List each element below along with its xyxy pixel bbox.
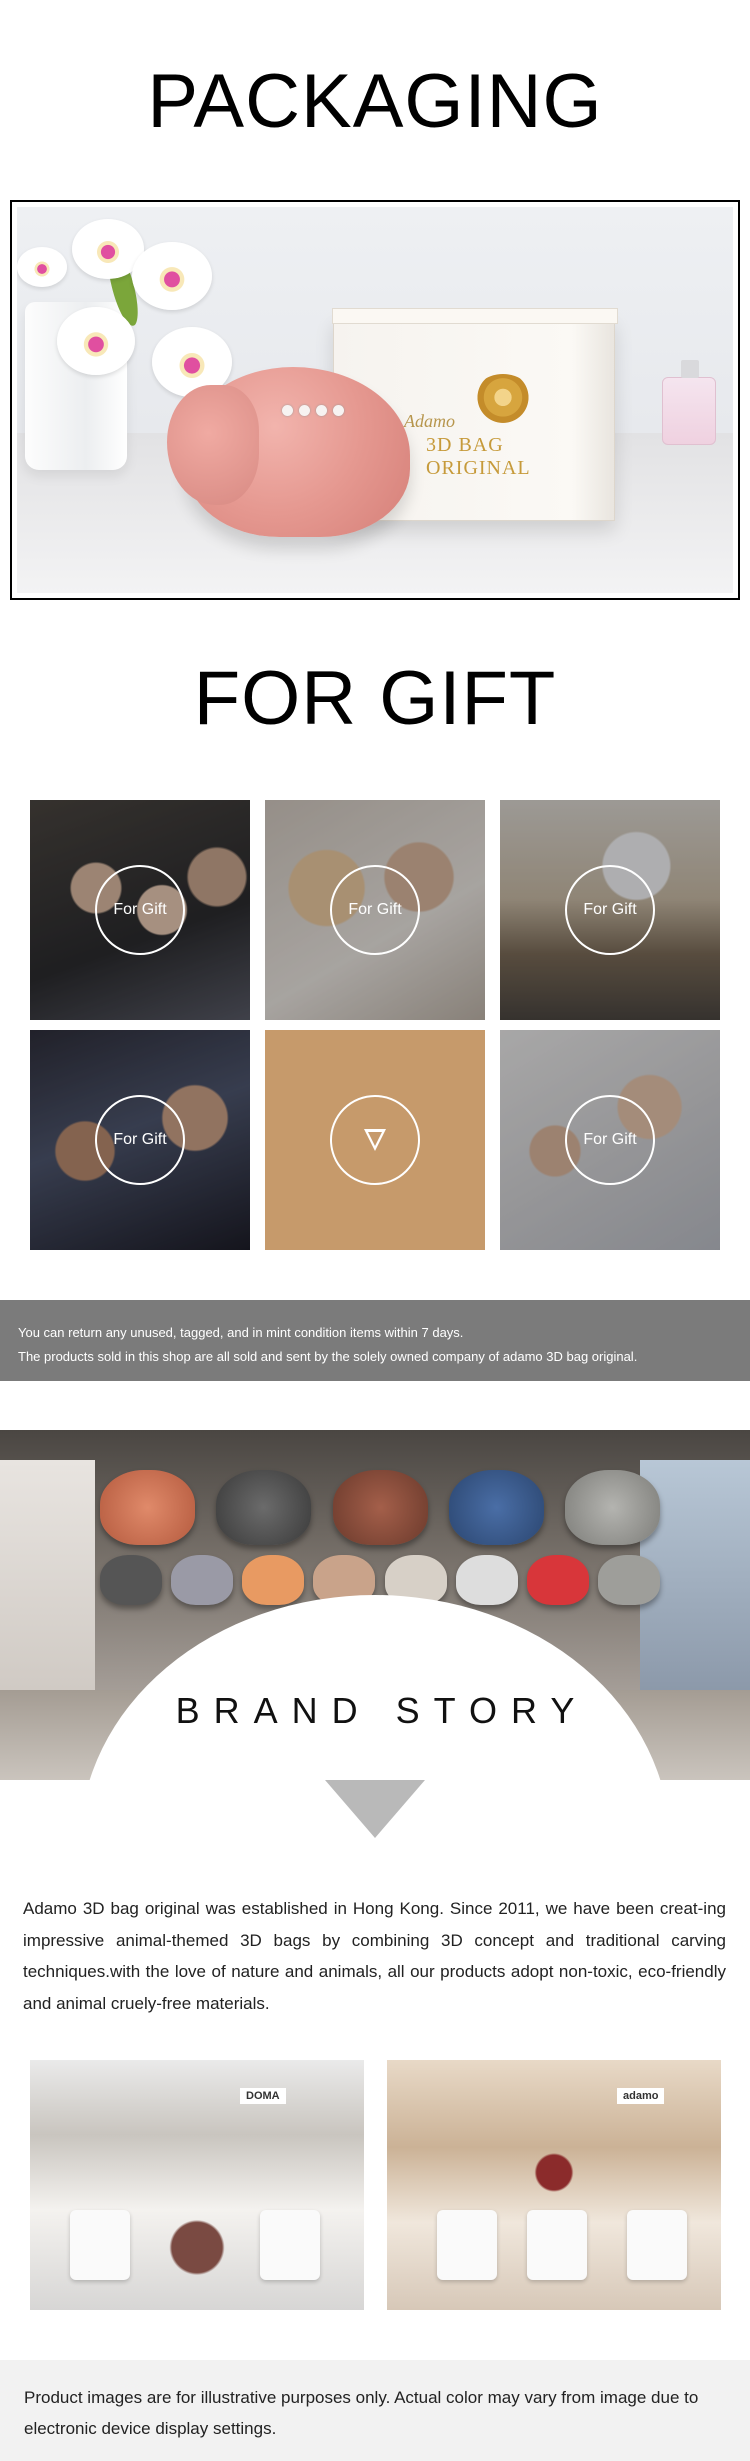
cat-bag — [216, 1470, 312, 1545]
down-arrow-icon — [364, 1129, 386, 1151]
small-bag — [242, 1555, 305, 1605]
bag-shelf-top — [100, 1470, 660, 1545]
gift-circle: For Gift — [565, 865, 655, 955]
turtle-bag — [448, 1470, 544, 1545]
orchid-flower — [57, 307, 135, 375]
gift-tile-label: For Gift — [583, 1131, 637, 1148]
jaguar-bag — [332, 1470, 428, 1545]
orchid-flower — [132, 242, 212, 310]
for-gift-title: FOR GIFT — [193, 656, 557, 741]
gift-tile-label: For Gift — [113, 901, 167, 918]
gift-tile-couple[interactable]: For Gift — [265, 800, 485, 1020]
gift-tile-friends[interactable]: For Gift — [30, 1030, 250, 1250]
lion-bag — [100, 1470, 195, 1545]
gift-circle: For Gift — [95, 865, 185, 955]
box-brand-text: 3D BAG ORIGINAL — [426, 434, 531, 479]
owl-bag — [565, 1470, 660, 1545]
packaging-photo-frame: Adamo 3D BAG ORIGINAL — [10, 200, 740, 600]
store-display-left — [0, 1460, 95, 1700]
store-photo-adamo: adamo — [387, 2060, 721, 2310]
notice-line-1: You can return any unused, tagged, and i… — [18, 1325, 464, 1340]
down-triangle-icon — [325, 1780, 425, 1838]
gift-circle: For Gift — [95, 1095, 185, 1185]
small-bag — [171, 1555, 234, 1605]
brand-arc — [80, 1595, 670, 1780]
gift-tile-label: For Gift — [583, 901, 637, 918]
product-detail-page: PACKAGING Adamo 3D BAG ORIGINAL FOR GIFT… — [0, 0, 750, 2461]
return-policy-notice: You can return any unused, tagged, and i… — [0, 1300, 750, 1381]
store-sign: adamo — [617, 2088, 665, 2104]
brand-story-text: Adamo 3D bag original was established in… — [23, 1899, 726, 2013]
gift-tile-label: For Gift — [348, 901, 402, 918]
packaging-photo: Adamo 3D BAG ORIGINAL — [17, 207, 733, 593]
store-photo-doma: DOMA — [30, 2060, 364, 2310]
gift-circle: For Gift — [565, 1095, 655, 1185]
packaging-title: PACKAGING — [147, 59, 603, 144]
gift-tile-center[interactable] — [265, 1030, 485, 1250]
gift-grid: For Gift For Gift For Gift For Gift For … — [30, 800, 720, 1250]
gift-tile-family[interactable]: For Gift — [30, 800, 250, 1020]
elephant-bag — [167, 347, 427, 547]
gift-tile-teacher[interactable]: For Gift — [500, 1030, 720, 1250]
small-bag — [526, 1555, 589, 1605]
gift-circle — [330, 1095, 420, 1185]
notice-line-2: The products sold in this shop are all s… — [18, 1349, 638, 1364]
store-sign: DOMA — [240, 2088, 286, 2104]
rose-logo-icon — [472, 374, 534, 426]
perfume-bottle — [662, 360, 716, 445]
brand-story-title: BRAND STORY — [175, 1690, 589, 1731]
small-bag — [100, 1555, 162, 1605]
small-bag — [597, 1555, 660, 1605]
gift-tile-colleagues[interactable]: For Gift — [500, 800, 720, 1020]
gift-circle: For Gift — [330, 865, 420, 955]
disclaimer-text: Product images are for illustrative purp… — [24, 2388, 699, 2438]
gift-tile-label: For Gift — [113, 1131, 167, 1148]
orchid-flower — [17, 247, 67, 287]
image-disclaimer: Product images are for illustrative purp… — [0, 2360, 750, 2461]
small-bag — [455, 1555, 518, 1605]
